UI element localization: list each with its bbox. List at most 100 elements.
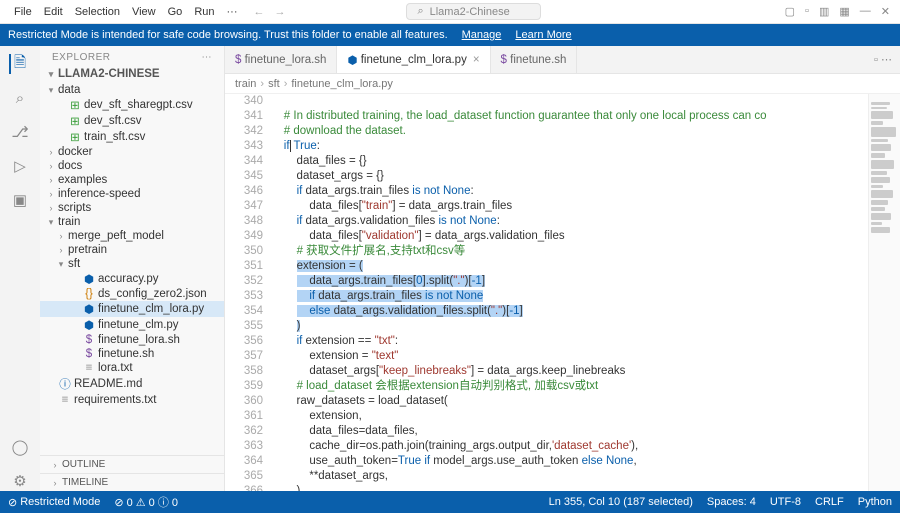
breadcrumb[interactable]: train›sft›finetune_clm_lora.py [225, 74, 900, 94]
tab-finetune_clm_lora.py[interactable]: ⬢ finetune_clm_lora.py× [337, 46, 490, 73]
line-360[interactable]: raw_datasets = load_dataset( [271, 394, 868, 409]
extensions-icon[interactable]: ▣ [10, 190, 30, 210]
command-center[interactable]: ⌕ Llama2-Chinese [406, 3, 540, 20]
line-363[interactable]: cache_dir=os.path.join(training_args.out… [271, 439, 868, 454]
outline-section[interactable]: ›OUTLINE [40, 455, 224, 473]
line-361[interactable]: extension, [271, 409, 868, 424]
line-344[interactable]: data_files = {} [271, 154, 868, 169]
line-341[interactable]: # In distributed training, the load_data… [271, 109, 868, 124]
sidebar-toggle-icon[interactable]: ▥ [817, 3, 831, 20]
folder-sft[interactable]: ▾sft [40, 257, 224, 271]
folder-scripts[interactable]: ›scripts [40, 201, 224, 215]
file-finetune_lora.sh[interactable]: $finetune_lora.sh [40, 333, 224, 347]
line-345[interactable]: dataset_args = {} [271, 169, 868, 184]
search-icon[interactable]: ⌕ [10, 88, 30, 108]
restricted-mode-status[interactable]: ⊘ Restricted Mode [8, 496, 100, 509]
close-icon[interactable]: × [473, 54, 480, 66]
line-362[interactable]: data_files=data_files, [271, 424, 868, 439]
run-debug-icon[interactable]: ▷ [10, 156, 30, 176]
file-lora.txt[interactable]: ≡lora.txt [40, 361, 224, 375]
line-346[interactable]: if data_args.train_files is not None: [271, 184, 868, 199]
cursor-position[interactable]: Ln 355, Col 10 (187 selected) [549, 496, 693, 508]
line-353[interactable]: if data_args.train_files is not None [271, 289, 868, 304]
line-359[interactable]: # load_dataset 会根据extension自动判别格式, 加载csv… [271, 379, 868, 394]
file-ds_config_zero2.json[interactable]: {}ds_config_zero2.json [40, 287, 224, 301]
more-icon[interactable]: ⋯ [881, 53, 892, 66]
line-354[interactable]: else data_args.validation_files.split(".… [271, 304, 868, 319]
file-train_sft.csv[interactable]: ⊞train_sft.csv [40, 129, 224, 145]
file-accuracy.py[interactable]: ⬢accuracy.py [40, 271, 224, 287]
panel-icon[interactable]: ▫ [803, 3, 811, 20]
encoding-status[interactable]: UTF-8 [770, 496, 801, 508]
tab-finetune.sh[interactable]: $ finetune.sh [491, 46, 578, 73]
line-343[interactable]: if True: [271, 139, 868, 154]
sidebar-more-icon[interactable]: ⋯ [202, 52, 213, 63]
file-dev_sft_sharegpt.csv[interactable]: ⊞dev_sft_sharegpt.csv [40, 97, 224, 113]
line-365[interactable]: **dataset_args, [271, 469, 868, 484]
more-icon[interactable]: — [858, 3, 873, 20]
menu-edit[interactable]: Edit [38, 6, 69, 18]
tab-finetune_lora.sh[interactable]: $ finetune_lora.sh [225, 46, 337, 73]
line-355[interactable]: ) [271, 319, 868, 334]
restricted-mode-banner: Restricted Mode is intended for safe cod… [0, 24, 900, 46]
file-finetune_clm.py[interactable]: ⬢finetune_clm.py [40, 317, 224, 333]
account-icon[interactable]: ◯ [10, 437, 30, 457]
folder-docker[interactable]: ›docker [40, 145, 224, 159]
minimap[interactable] [868, 94, 900, 491]
line-351[interactable]: extension = ( [271, 259, 868, 274]
folder-merge_peft_model[interactable]: ›merge_peft_model [40, 229, 224, 243]
eol-status[interactable]: CRLF [815, 496, 844, 508]
file-README.md[interactable]: ⓘREADME.md [40, 375, 224, 393]
settings-icon[interactable]: ⚙ [10, 471, 30, 491]
code-area[interactable]: 3403413423433443453463473483493503513523… [225, 94, 900, 491]
line-366[interactable]: ) [271, 484, 868, 491]
folder-train[interactable]: ▾train [40, 215, 224, 229]
line-347[interactable]: data_files["train"] = data_args.train_fi… [271, 199, 868, 214]
menu-run[interactable]: Run [188, 6, 220, 18]
line-340[interactable] [271, 94, 868, 109]
source-control-icon[interactable]: ⎇ [10, 122, 30, 142]
file-finetune.sh[interactable]: $finetune.sh [40, 347, 224, 361]
layout-customize-icon[interactable]: ▦ [837, 3, 851, 20]
explorer-icon[interactable]: 🗎 [9, 54, 29, 74]
manage-link[interactable]: Manage [462, 29, 502, 41]
file-finetune_clm_lora.py[interactable]: ⬢finetune_clm_lora.py [40, 301, 224, 317]
nav-forward-icon[interactable]: → [275, 6, 286, 18]
line-352[interactable]: data_args.train_files[0].split(".")[-1] [271, 274, 868, 289]
layout-icon[interactable]: ▢ [783, 3, 797, 20]
split-editor-icon[interactable]: ▫ [874, 54, 878, 66]
menu-view[interactable]: View [126, 6, 162, 18]
indentation-status[interactable]: Spaces: 4 [707, 496, 756, 508]
line-350[interactable]: # 获取文件扩展名,支持txt和csv等 [271, 244, 868, 259]
problems-status[interactable]: ⊘ 0 ⚠ 0 ⓘ 0 [114, 494, 178, 510]
line-358[interactable]: dataset_args["keep_linebreaks"] = data_a… [271, 364, 868, 379]
menu-go[interactable]: Go [162, 6, 189, 18]
line-342[interactable]: # download the dataset. [271, 124, 868, 139]
breadcrumb-item[interactable]: train [235, 78, 256, 90]
file-icon: ⊞ [68, 114, 82, 128]
menu-selection[interactable]: Selection [69, 6, 126, 18]
menu-file[interactable]: File [8, 6, 38, 18]
file-requirements.txt[interactable]: ≡requirements.txt [40, 393, 224, 407]
timeline-section[interactable]: ›TIMELINE [40, 473, 224, 491]
folder-examples[interactable]: ›examples [40, 173, 224, 187]
line-364[interactable]: use_auth_token=True if model_args.use_au… [271, 454, 868, 469]
breadcrumb-item[interactable]: sft [268, 78, 280, 90]
line-348[interactable]: if data_args.validation_files is not Non… [271, 214, 868, 229]
line-357[interactable]: extension = "text" [271, 349, 868, 364]
language-status[interactable]: Python [858, 496, 892, 508]
file-dev_sft.csv[interactable]: ⊞dev_sft.csv [40, 113, 224, 129]
folder-docs[interactable]: ›docs [40, 159, 224, 173]
folder-data[interactable]: ▾data [40, 83, 224, 97]
folder-inference-speed[interactable]: ›inference-speed [40, 187, 224, 201]
menu-more[interactable]: ··· [221, 6, 244, 18]
learn-more-link[interactable]: Learn More [515, 29, 571, 41]
line-356[interactable]: if extension == "txt": [271, 334, 868, 349]
line-349[interactable]: data_files["validation"] = data_args.val… [271, 229, 868, 244]
close-icon[interactable]: ✕ [879, 3, 892, 20]
nav-back-icon[interactable]: ← [254, 6, 265, 18]
explorer-root[interactable]: ▾ LLAMA2-CHINESE [40, 67, 224, 81]
breadcrumb-item[interactable]: finetune_clm_lora.py [291, 78, 393, 90]
folder-pretrain[interactable]: ›pretrain [40, 243, 224, 257]
code-lines[interactable]: # In distributed training, the load_data… [271, 94, 868, 491]
